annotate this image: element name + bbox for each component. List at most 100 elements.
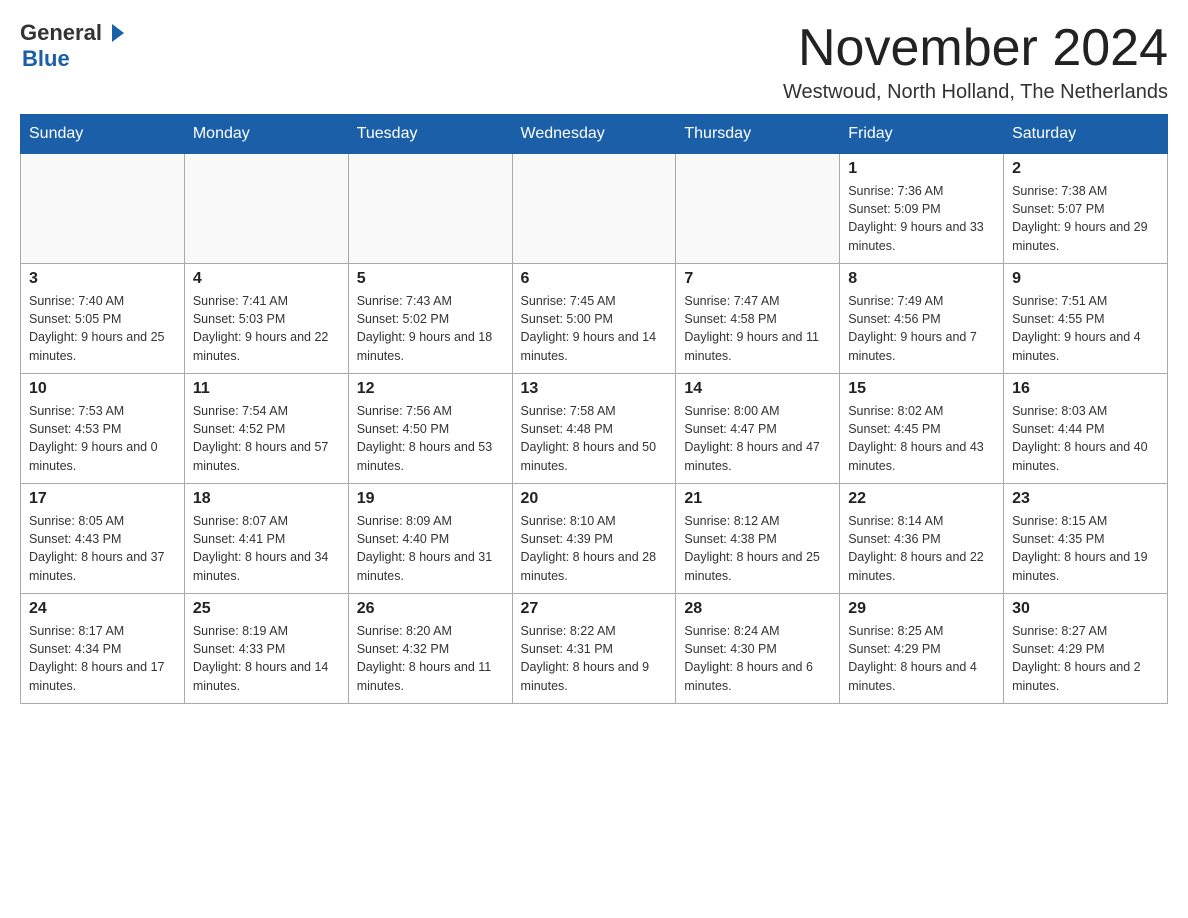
day-number: 2 [1012, 160, 1159, 178]
calendar-cell: 13 Sunrise: 7:58 AM Sunset: 4:48 PM Dayli… [512, 374, 676, 484]
day-info: Sunrise: 8:12 AM Sunset: 4:38 PM Dayligh… [684, 512, 831, 585]
logo-blue-text: Blue [22, 46, 70, 72]
day-info: Sunrise: 7:49 AM Sunset: 4:56 PM Dayligh… [848, 292, 995, 365]
calendar-cell [184, 154, 348, 264]
day-info: Sunrise: 7:38 AM Sunset: 5:07 PM Dayligh… [1012, 182, 1159, 255]
day-number: 21 [684, 490, 831, 508]
logo: General Blue [20, 20, 128, 72]
day-info: Sunrise: 8:25 AM Sunset: 4:29 PM Dayligh… [848, 622, 995, 695]
day-number: 26 [357, 600, 504, 618]
day-info: Sunrise: 8:03 AM Sunset: 4:44 PM Dayligh… [1012, 402, 1159, 475]
day-info: Sunrise: 7:56 AM Sunset: 4:50 PM Dayligh… [357, 402, 504, 475]
day-info: Sunrise: 8:19 AM Sunset: 4:33 PM Dayligh… [193, 622, 340, 695]
day-number: 30 [1012, 600, 1159, 618]
calendar-cell: 7 Sunrise: 7:47 AM Sunset: 4:58 PM Daylig… [676, 264, 840, 374]
day-number: 18 [193, 490, 340, 508]
weekday-header-saturday: Saturday [1004, 115, 1168, 154]
day-number: 13 [521, 380, 668, 398]
calendar-cell: 6 Sunrise: 7:45 AM Sunset: 5:00 PM Daylig… [512, 264, 676, 374]
day-number: 8 [848, 270, 995, 288]
day-info: Sunrise: 7:58 AM Sunset: 4:48 PM Dayligh… [521, 402, 668, 475]
day-info: Sunrise: 8:14 AM Sunset: 4:36 PM Dayligh… [848, 512, 995, 585]
calendar-cell: 29 Sunrise: 8:25 AM Sunset: 4:29 PM Dayli… [840, 594, 1004, 704]
day-number: 27 [521, 600, 668, 618]
weekday-header-wednesday: Wednesday [512, 115, 676, 154]
day-number: 11 [193, 380, 340, 398]
day-info: Sunrise: 7:47 AM Sunset: 4:58 PM Dayligh… [684, 292, 831, 365]
day-number: 5 [357, 270, 504, 288]
calendar-cell: 11 Sunrise: 7:54 AM Sunset: 4:52 PM Dayli… [184, 374, 348, 484]
calendar-cell [348, 154, 512, 264]
day-number: 20 [521, 490, 668, 508]
day-info: Sunrise: 8:27 AM Sunset: 4:29 PM Dayligh… [1012, 622, 1159, 695]
day-number: 14 [684, 380, 831, 398]
location-subtitle: Westwoud, North Holland, The Netherlands [783, 81, 1168, 104]
day-number: 6 [521, 270, 668, 288]
calendar-cell: 1 Sunrise: 7:36 AM Sunset: 5:09 PM Daylig… [840, 154, 1004, 264]
day-info: Sunrise: 8:22 AM Sunset: 4:31 PM Dayligh… [521, 622, 668, 695]
calendar-cell [21, 154, 185, 264]
logo-arrow-icon [106, 22, 128, 44]
weekday-header-row: SundayMondayTuesdayWednesdayThursdayFrid… [21, 115, 1168, 154]
weekday-header-tuesday: Tuesday [348, 115, 512, 154]
day-info: Sunrise: 8:20 AM Sunset: 4:32 PM Dayligh… [357, 622, 504, 695]
calendar-cell: 14 Sunrise: 8:00 AM Sunset: 4:47 PM Dayli… [676, 374, 840, 484]
calendar-cell: 24 Sunrise: 8:17 AM Sunset: 4:34 PM Dayli… [21, 594, 185, 704]
calendar-cell: 19 Sunrise: 8:09 AM Sunset: 4:40 PM Dayli… [348, 484, 512, 594]
day-number: 12 [357, 380, 504, 398]
day-info: Sunrise: 7:51 AM Sunset: 4:55 PM Dayligh… [1012, 292, 1159, 365]
day-number: 25 [193, 600, 340, 618]
calendar-cell [512, 154, 676, 264]
day-number: 10 [29, 380, 176, 398]
week-row-4: 17Sunrise: 8:05 AM Sunset: 4:43 PM Dayli… [21, 484, 1168, 594]
logo-general-text: General [20, 20, 102, 46]
calendar-cell: 8 Sunrise: 7:49 AM Sunset: 4:56 PM Daylig… [840, 264, 1004, 374]
day-number: 24 [29, 600, 176, 618]
day-info: Sunrise: 8:00 AM Sunset: 4:47 PM Dayligh… [684, 402, 831, 475]
calendar-cell: 5 Sunrise: 7:43 AM Sunset: 5:02 PM Daylig… [348, 264, 512, 374]
day-info: Sunrise: 7:43 AM Sunset: 5:02 PM Dayligh… [357, 292, 504, 365]
day-number: 17 [29, 490, 176, 508]
calendar-cell: 30 Sunrise: 8:27 AM Sunset: 4:29 PM Dayli… [1004, 594, 1168, 704]
calendar-cell [676, 154, 840, 264]
day-info: Sunrise: 7:41 AM Sunset: 5:03 PM Dayligh… [193, 292, 340, 365]
calendar-cell: 17Sunrise: 8:05 AM Sunset: 4:43 PM Dayli… [21, 484, 185, 594]
day-number: 1 [848, 160, 995, 178]
day-info: Sunrise: 8:15 AM Sunset: 4:35 PM Dayligh… [1012, 512, 1159, 585]
calendar-cell: 25 Sunrise: 8:19 AM Sunset: 4:33 PM Dayli… [184, 594, 348, 704]
day-number: 7 [684, 270, 831, 288]
day-number: 22 [848, 490, 995, 508]
day-number: 29 [848, 600, 995, 618]
week-row-5: 24 Sunrise: 8:17 AM Sunset: 4:34 PM Dayli… [21, 594, 1168, 704]
day-info: Sunrise: 7:45 AM Sunset: 5:00 PM Dayligh… [521, 292, 668, 365]
calendar-cell: 18Sunrise: 8:07 AM Sunset: 4:41 PM Dayli… [184, 484, 348, 594]
day-info: Sunrise: 8:09 AM Sunset: 4:40 PM Dayligh… [357, 512, 504, 585]
day-number: 16 [1012, 380, 1159, 398]
calendar-table: SundayMondayTuesdayWednesdayThursdayFrid… [20, 114, 1168, 704]
weekday-header-thursday: Thursday [676, 115, 840, 154]
day-number: 19 [357, 490, 504, 508]
calendar-cell: 10 Sunrise: 7:53 AM Sunset: 4:53 PM Dayli… [21, 374, 185, 484]
day-info: Sunrise: 8:17 AM Sunset: 4:34 PM Dayligh… [29, 622, 176, 695]
week-row-2: 3 Sunrise: 7:40 AM Sunset: 5:05 PM Daylig… [21, 264, 1168, 374]
calendar-cell: 16 Sunrise: 8:03 AM Sunset: 4:44 PM Dayli… [1004, 374, 1168, 484]
calendar-cell: 3 Sunrise: 7:40 AM Sunset: 5:05 PM Daylig… [21, 264, 185, 374]
day-number: 28 [684, 600, 831, 618]
day-info: Sunrise: 7:53 AM Sunset: 4:53 PM Dayligh… [29, 402, 176, 475]
calendar-cell: 22 Sunrise: 8:14 AM Sunset: 4:36 PM Dayli… [840, 484, 1004, 594]
day-info: Sunrise: 7:54 AM Sunset: 4:52 PM Dayligh… [193, 402, 340, 475]
page-header: General Blue November 2024 Westwoud, Nor… [20, 20, 1168, 104]
week-row-3: 10 Sunrise: 7:53 AM Sunset: 4:53 PM Dayli… [21, 374, 1168, 484]
calendar-cell: 26 Sunrise: 8:20 AM Sunset: 4:32 PM Dayli… [348, 594, 512, 704]
day-info: Sunrise: 8:24 AM Sunset: 4:30 PM Dayligh… [684, 622, 831, 695]
day-number: 4 [193, 270, 340, 288]
calendar-cell: 20 Sunrise: 8:10 AM Sunset: 4:39 PM Dayli… [512, 484, 676, 594]
day-number: 9 [1012, 270, 1159, 288]
day-info: Sunrise: 8:10 AM Sunset: 4:39 PM Dayligh… [521, 512, 668, 585]
day-number: 15 [848, 380, 995, 398]
day-info: Sunrise: 7:36 AM Sunset: 5:09 PM Dayligh… [848, 182, 995, 255]
day-number: 3 [29, 270, 176, 288]
calendar-cell: 23Sunrise: 8:15 AM Sunset: 4:35 PM Dayli… [1004, 484, 1168, 594]
title-area: November 2024 Westwoud, North Holland, T… [783, 20, 1168, 104]
day-info: Sunrise: 7:40 AM Sunset: 5:05 PM Dayligh… [29, 292, 176, 365]
